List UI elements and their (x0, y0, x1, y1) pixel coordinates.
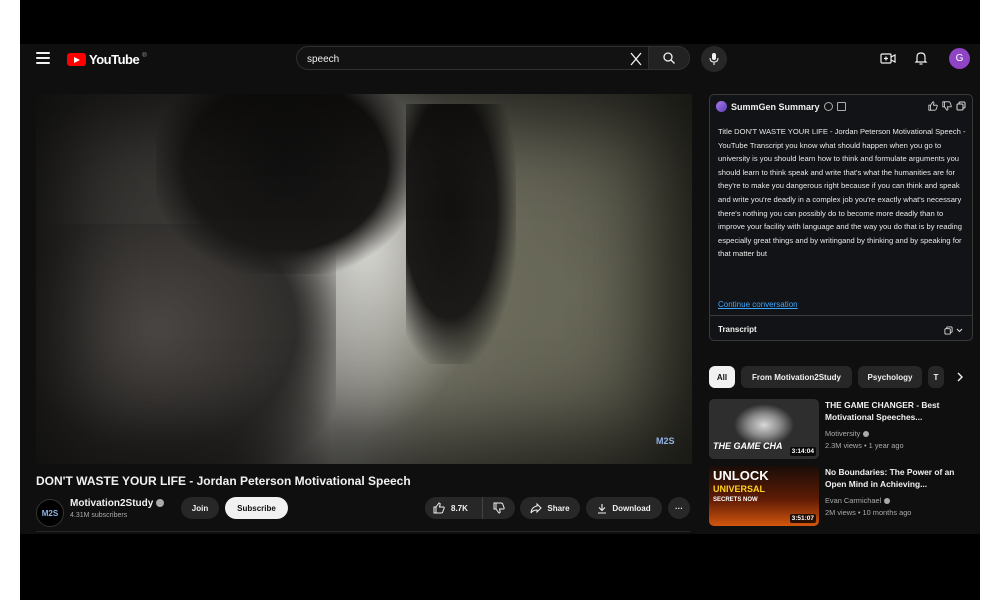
more-actions-button[interactable]: ··· (668, 497, 690, 519)
transcript-toggle[interactable] (942, 323, 964, 337)
summary-divider (710, 315, 972, 316)
summgen-logo-icon (716, 101, 727, 112)
logo-trademark: ® (142, 52, 147, 59)
like-button[interactable]: 8.7K (425, 497, 483, 519)
search-icon (663, 52, 675, 64)
dislike-button[interactable] (483, 497, 515, 519)
recommended-title: THE GAME CHANGER - Best Motivational Spe… (825, 400, 940, 422)
recommended-channel-name: Evan Carmichael (825, 496, 882, 505)
summary-title: SummGen Summary (731, 101, 820, 112)
like-dislike-group: 8.7K (425, 497, 515, 519)
thumbs-up-icon[interactable] (928, 101, 938, 111)
video-vignette (36, 94, 692, 464)
channel-name-text: Motivation2Study (70, 498, 154, 509)
continue-conversation-link[interactable]: Continue conversation (718, 300, 802, 309)
youtube-play-icon (67, 53, 86, 66)
logo-text: YouTube (89, 52, 140, 67)
recommended-channel: Motiversity (825, 429, 870, 438)
menu-icon[interactable] (36, 52, 50, 64)
microphone-icon (709, 53, 719, 65)
share-icon (530, 502, 543, 513)
verified-icon (863, 431, 870, 438)
voice-search-button[interactable] (701, 46, 727, 72)
channel-name[interactable]: Motivation2Study (70, 498, 165, 509)
recommended-video[interactable]: THE GAME CHA 3:14:04 THE GAME CHANGER - … (709, 399, 973, 459)
search-button[interactable] (648, 46, 690, 70)
chip-psychology[interactable]: Psychology (858, 366, 922, 388)
copy-summary-icon[interactable] (956, 101, 966, 111)
thumbnail-text: UNIVERSAL (713, 484, 766, 494)
view-count: 2M views (825, 508, 856, 517)
upload-age: 1 year ago (868, 441, 904, 450)
summary-text: Title DON'T WASTE YOUR LIFE - Jordan Pet… (718, 127, 966, 259)
transcript-label[interactable]: Transcript (718, 325, 757, 334)
chip-all[interactable]: All (709, 366, 735, 388)
chevron-down-icon (956, 328, 962, 332)
video-player[interactable]: M2S (36, 94, 692, 464)
thumbs-up-icon (433, 502, 445, 514)
recommended-channel-name: Motiversity (825, 429, 861, 438)
verified-icon (156, 499, 165, 508)
notifications-bell-icon[interactable] (914, 51, 928, 71)
chevron-right-icon[interactable] (952, 369, 968, 385)
divider (36, 531, 690, 532)
subscriber-count: 4.31M subscribers (70, 512, 128, 519)
share-button[interactable]: Share (520, 497, 580, 519)
recommended-meta: 2M views • 10 months ago (825, 508, 912, 517)
account-avatar[interactable]: G (949, 48, 970, 69)
summary-panel: SummGen Summary Title DON'T WASTE YOUR L… (709, 94, 973, 341)
channel-watermark: M2S (656, 436, 675, 446)
search-box (296, 46, 648, 70)
download-icon (598, 503, 607, 514)
video-duration: 3:14:04 (789, 447, 816, 456)
search-input[interactable] (307, 51, 607, 67)
create-video-icon[interactable] (880, 52, 896, 70)
thumbnail-text: THE GAME CHA (713, 441, 783, 451)
recommended-video[interactable]: UNLOCK UNIVERSAL SECRETS NOW 3:51:07 No … (709, 466, 973, 526)
like-count: 8.7K (451, 503, 468, 513)
youtube-logo[interactable]: YouTube ® (67, 52, 147, 67)
recommended-title: No Boundaries: The Power of an Open Mind… (825, 467, 955, 489)
settings-icon[interactable] (823, 102, 833, 111)
join-button[interactable]: Join (181, 497, 219, 519)
upload-age: 10 months ago (862, 508, 912, 517)
view-count: 2.3M views (825, 441, 862, 450)
subscribe-button[interactable]: Subscribe (225, 497, 288, 519)
video-thumbnail: UNLOCK UNIVERSAL SECRETS NOW 3:51:07 (709, 466, 819, 526)
channel-avatar[interactable]: M2S (36, 499, 64, 527)
recommended-channel: Evan Carmichael (825, 496, 891, 505)
recommended-meta: 2.3M views • 1 year ago (825, 441, 904, 450)
copy-icon[interactable] (836, 102, 846, 111)
download-button[interactable]: Download (586, 497, 662, 519)
chip-from-channel[interactable]: From Motivation2Study (741, 366, 852, 388)
video-thumbnail: THE GAME CHA 3:14:04 (709, 399, 819, 459)
thumbs-down-icon (493, 502, 505, 514)
video-duration: 3:51:07 (789, 514, 816, 523)
video-title: DON'T WASTE YOUR LIFE - Jordan Peterson … (36, 474, 411, 488)
clear-search-icon[interactable] (624, 47, 648, 71)
copy-icon (943, 325, 953, 335)
summary-header: SummGen Summary (716, 101, 846, 112)
thumbnail-text: SECRETS NOW (713, 497, 758, 503)
verified-icon (884, 498, 891, 505)
youtube-app: YouTube ® G M2S DON'T WASTE YOUR LIFE - … (20, 44, 980, 534)
download-label: Download (612, 503, 651, 513)
share-label: Share (547, 503, 570, 513)
letterbox-frame: YouTube ® G M2S DON'T WASTE YOUR LIFE - … (20, 0, 980, 600)
thumbnail-text: UNLOCK (713, 468, 769, 483)
thumbs-down-icon[interactable] (942, 101, 952, 111)
chip-more[interactable]: T (928, 366, 944, 388)
summary-actions (928, 101, 966, 111)
